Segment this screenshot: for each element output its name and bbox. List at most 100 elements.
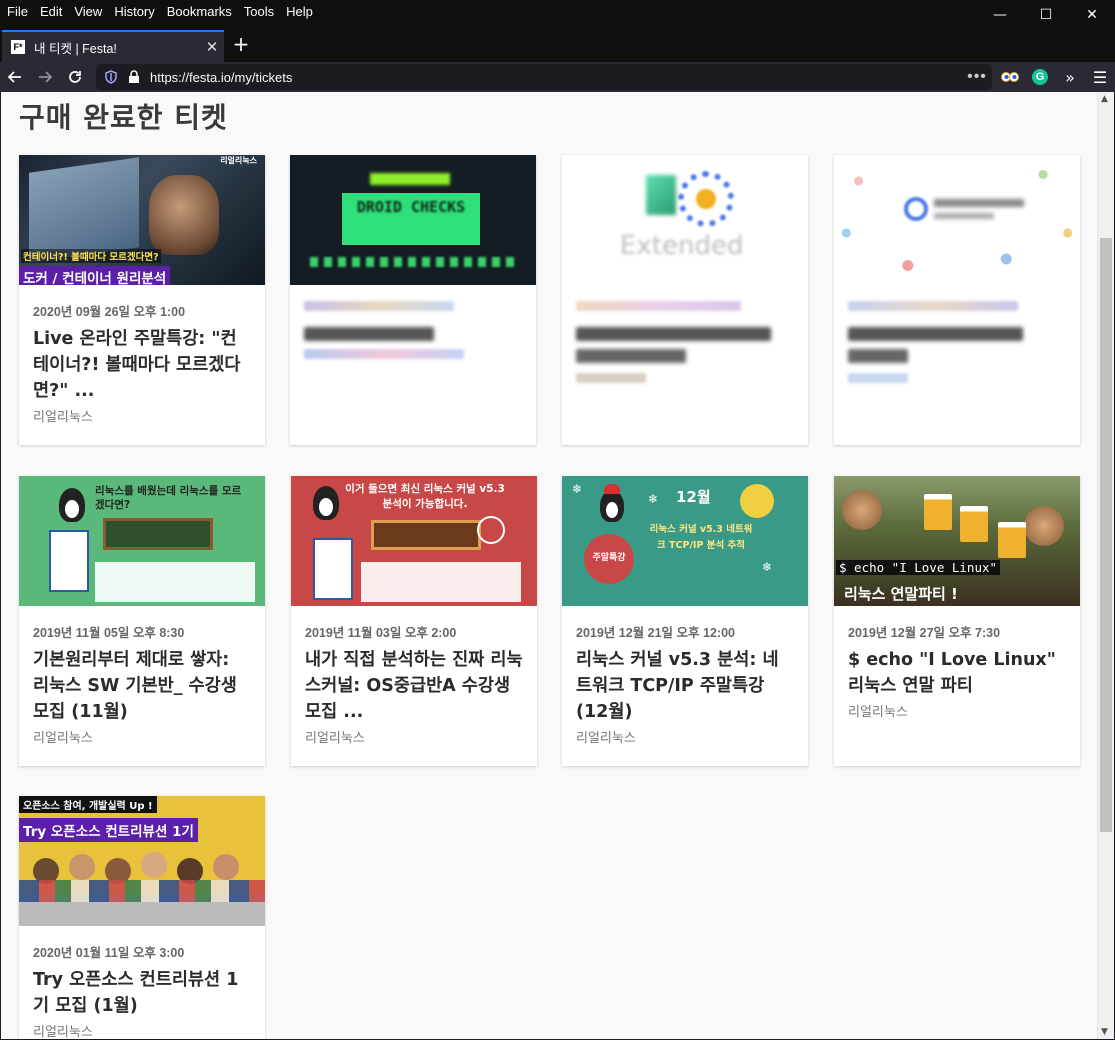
menu-tools[interactable]: Tools xyxy=(238,0,280,24)
people-clothes-band xyxy=(19,880,265,902)
ticket-thumbnail[interactable]: 리얼리눅스 컨테이너?! 볼때마다 모르겠다면? 도커 / 컨테이너 원리분석 xyxy=(19,155,265,285)
ticket-thumbnail[interactable]: $ echo "I Love Linux" 리눅스 연말파티 ! xyxy=(834,476,1080,606)
beer-glass-graphic xyxy=(960,506,988,542)
chalkboard-graphic xyxy=(371,520,481,550)
blurred-title-2 xyxy=(576,349,686,363)
monitor-graphic xyxy=(29,157,139,263)
ticket-card[interactable] xyxy=(834,155,1080,445)
scroll-down-arrow-icon[interactable]: ▼ xyxy=(1101,1027,1108,1037)
eyes-extension-icon[interactable] xyxy=(995,62,1025,92)
menu-bookmarks[interactable]: Bookmarks xyxy=(161,0,238,24)
tux-belly xyxy=(606,502,618,518)
hamburger-menu-icon[interactable]: ☰ xyxy=(1085,62,1115,92)
scroll-up-arrow-icon[interactable]: ▲ xyxy=(1101,94,1108,104)
new-tab-button[interactable]: + xyxy=(230,30,252,58)
minimize-button[interactable]: — xyxy=(977,0,1023,30)
lock-icon[interactable] xyxy=(128,70,140,84)
blurred-title xyxy=(848,327,1023,341)
ticket-thumbnail[interactable]: 오픈소스 참여, 개발실력 Up ! Try 오픈소스 컨트리뷰션 1기 xyxy=(19,796,265,926)
beer-glass-graphic xyxy=(924,494,952,530)
reload-icon[interactable] xyxy=(60,62,90,92)
navigation-toolbar: https://festa.io/my/tickets ••• G » ☰ xyxy=(0,62,1115,92)
back-arrow-icon[interactable] xyxy=(0,62,30,92)
snowflake-icon: ❄ xyxy=(572,482,583,496)
tab-title: 내 티켓 | Festa! xyxy=(34,41,117,56)
ticket-title[interactable]: 리눅스 커널 v5.3 분석: 네트워크 TCP/IP 주말특강 (12월) xyxy=(576,647,794,725)
forward-arrow-icon[interactable] xyxy=(30,62,60,92)
menu-view[interactable]: View xyxy=(68,0,108,24)
tab-active[interactable]: F* 내 티켓 | Festa! ✕ xyxy=(2,30,224,62)
festa-favicon-icon: F* xyxy=(11,40,25,54)
toolbar-extensions: G » ☰ xyxy=(995,62,1115,92)
ticket-title[interactable]: $ echo "I Love Linux" 리눅스 연말 파티 xyxy=(848,647,1066,699)
ticket-thumbnail[interactable]: 이거 들으면 최신 리눅스 커널 v5.3 분석이 가능합니다. xyxy=(291,476,537,606)
blurred-title xyxy=(304,327,434,341)
overflow-chevrons-icon[interactable]: » xyxy=(1055,62,1085,92)
banner-badge: 리얼리눅스 xyxy=(220,156,257,165)
ticket-host: 리얼리눅스 xyxy=(848,704,908,719)
ticket-date: 2019년 11월 05일 오후 8:30 xyxy=(33,626,185,640)
person-graphic xyxy=(842,490,882,530)
scrollbar-thumb[interactable] xyxy=(1100,238,1112,832)
banner-title: Try 오픈소스 컨트리뷰션 1기 xyxy=(19,818,198,842)
ticket-card[interactable]: 리얼리눅스 컨테이너?! 볼때마다 모르겠다면? 도커 / 컨테이너 원리분석 … xyxy=(19,155,265,445)
ticket-thumbnail[interactable]: DROID CHECKS xyxy=(290,155,536,285)
ticket-card[interactable]: $ echo "I Love Linux" 리눅스 연말파티 ! 2019년 1… xyxy=(834,476,1080,766)
banner-bottom-strip xyxy=(310,257,520,267)
tux-belly xyxy=(65,500,79,518)
close-tab-icon[interactable]: ✕ xyxy=(200,38,224,56)
ticket-title[interactable]: 내가 직접 분석하는 진짜 리눅스커널: OS중급반A 수강생 모집 ... xyxy=(305,647,523,725)
ticket-card[interactable]: Extended xyxy=(562,155,808,445)
ticket-thumbnail[interactable] xyxy=(834,155,1080,285)
banner-terminal-text: $ echo "I Love Linux" xyxy=(836,560,1001,575)
person-graphic xyxy=(141,852,167,878)
beer-glass-graphic xyxy=(998,522,1026,558)
maximize-button[interactable]: ☐ xyxy=(1023,0,1069,30)
logo-shape xyxy=(646,175,676,215)
vertical-scrollbar[interactable]: ▲ ▼ xyxy=(1097,92,1114,1039)
logo-text-line-2 xyxy=(934,213,994,219)
menu-history[interactable]: History xyxy=(108,0,160,24)
ticket-title[interactable]: Try 오픈소스 컨트리뷰션 1기 모집 (1월) xyxy=(33,967,251,1019)
banner-badge: 주말특강 xyxy=(592,553,626,563)
ticket-date: 2020년 09월 26일 오후 1:00 xyxy=(33,305,186,319)
ticket-host: 리얼리눅스 xyxy=(576,730,636,745)
menu-file[interactable]: File xyxy=(0,0,34,24)
blurred-host xyxy=(576,373,646,383)
page-actions-menu-icon[interactable]: ••• xyxy=(962,68,992,86)
banner-subtitle: 리눅스 커널 v5.3 네트워크 TCP/IP 분석 추적 xyxy=(649,524,753,551)
blurred-date xyxy=(304,301,454,311)
grammarly-g-icon: G xyxy=(1032,69,1048,85)
ticket-card[interactable]: 리눅스를 배웠는데 리눅스를 모르겠다면? 2019년 11월 05일 오후 8… xyxy=(19,476,265,766)
blurred-subtitle xyxy=(304,349,464,359)
ticket-host: 리얼리눅스 xyxy=(33,1024,93,1039)
window-controls: — ☐ ✕ xyxy=(977,0,1115,30)
snowflake-icon: ❄ xyxy=(762,560,773,574)
santa-hat-graphic xyxy=(604,484,620,494)
close-window-button[interactable]: ✕ xyxy=(1069,0,1115,30)
snowflake-icon: ❄ xyxy=(648,492,659,506)
ticket-thumbnail[interactable]: 리눅스를 배웠는데 리눅스를 모르겠다면? xyxy=(19,476,265,606)
stamp-graphic xyxy=(477,516,505,544)
ticket-card[interactable]: DROID CHECKS xyxy=(290,155,536,445)
ticket-title[interactable]: Live 온라인 주말특강: "컨테이너?! 볼때마다 모르겠다면?" ... xyxy=(33,326,251,404)
page-title: 구매 완료한 티켓 xyxy=(19,101,228,134)
ticket-card[interactable]: 오픈소스 참여, 개발실력 Up ! Try 오픈소스 컨트리뷰션 1기 202… xyxy=(19,796,265,1039)
menu-help[interactable]: Help xyxy=(280,0,319,24)
ticket-date: 2019년 12월 27일 오후 7:30 xyxy=(848,626,1001,640)
ticket-thumbnail[interactable]: Extended xyxy=(562,155,808,285)
ticket-title[interactable]: 기본원리부터 제대로 쌓자: 리눅스 SW 기본반_ 수강생 모집 (11월) xyxy=(33,647,251,725)
blurred-host xyxy=(848,373,908,383)
ticket-thumbnail[interactable]: 12월 리눅스 커널 v5.3 네트워크 TCP/IP 분석 추적 주말특강 ❄… xyxy=(562,476,808,606)
grammarly-extension-icon[interactable]: G xyxy=(1025,62,1055,92)
ticket-card[interactable]: 이거 들으면 최신 리눅스 커널 v5.3 분석이 가능합니다. 2019년 1… xyxy=(291,476,537,766)
menu-edit[interactable]: Edit xyxy=(34,0,68,24)
ticket-card[interactable]: 12월 리눅스 커널 v5.3 네트워크 TCP/IP 분석 추적 주말특강 ❄… xyxy=(562,476,808,766)
person-graphic xyxy=(149,175,219,255)
banner-month: 12월 xyxy=(676,488,711,506)
logo-text-line xyxy=(934,199,1024,207)
url-text[interactable]: https://festa.io/my/tickets xyxy=(150,70,962,85)
chalkboard-graphic xyxy=(103,518,213,550)
url-bar[interactable]: https://festa.io/my/tickets ••• xyxy=(96,64,992,90)
tracking-shield-icon[interactable] xyxy=(104,70,118,84)
